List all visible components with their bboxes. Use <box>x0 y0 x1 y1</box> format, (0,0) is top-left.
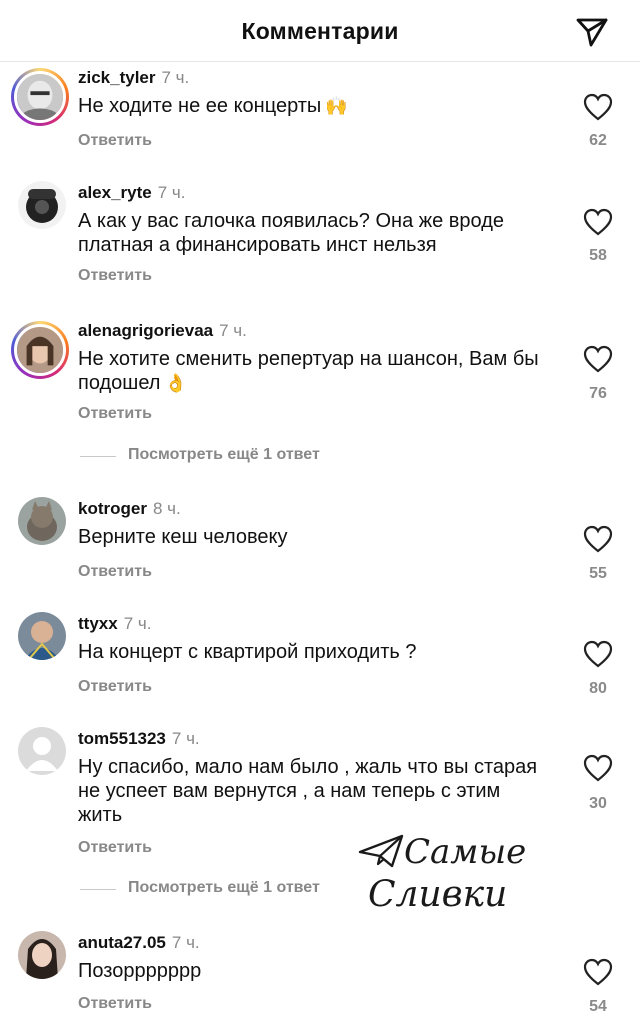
watermark: Самые Сливки <box>356 826 526 922</box>
comment-item: zick_tyler 7 ч. Не ходите не ее концерты 🙌… <box>0 68 640 178</box>
avatar[interactable] <box>18 181 66 229</box>
comment-text: Позорррpppp <box>78 960 202 982</box>
heart-icon[interactable] <box>583 958 613 986</box>
page-title: Комментарии <box>241 18 399 44</box>
reply-button[interactable]: Ответить <box>78 995 152 1013</box>
replies-divider <box>80 456 116 457</box>
like-count: 80 <box>589 680 607 697</box>
comment-time: 7 ч. <box>171 933 200 952</box>
comment-time: 7 ч. <box>161 68 190 87</box>
heart-icon[interactable] <box>583 208 613 236</box>
avatar[interactable] <box>18 931 66 979</box>
reply-button[interactable]: Ответить <box>78 405 152 423</box>
comment-username[interactable]: ttyxx <box>78 614 118 633</box>
comment-time: 7 ч. <box>171 729 200 748</box>
reply-button[interactable]: Ответить <box>78 267 152 285</box>
comment-text: Верните кеш человеку <box>78 526 288 548</box>
comment-item: alenagrigorievaa 7 ч. Не хотите сменить р… <box>0 321 640 471</box>
like-count: 76 <box>589 385 607 402</box>
comment-username[interactable]: anuta27.05 <box>78 933 166 952</box>
comment-time: 7 ч. <box>219 321 247 340</box>
comment-item: kotroger 8 ч. Верните кеш человеку Ответи… <box>0 497 640 589</box>
heart-icon[interactable] <box>583 754 613 782</box>
watermark-line2: Сливки <box>368 874 508 915</box>
comment-text: Не хотите сменить репертуар на шансон, В… <box>78 348 539 394</box>
comment-username[interactable]: alenagrigorievaa <box>78 321 213 340</box>
comment-time: 7 ч. <box>123 614 152 633</box>
raised-hands-emoji: 🙌 <box>325 96 348 117</box>
comment-text: Не ходите не ее концерты <box>78 95 322 117</box>
comment-username[interactable]: kotroger <box>78 499 147 518</box>
paper-plane-icon <box>358 834 404 868</box>
avatar[interactable] <box>11 68 69 126</box>
like-count: 54 <box>589 998 607 1015</box>
send-icon[interactable] <box>574 14 610 50</box>
view-more-replies-label: Посмотреть ещё 1 ответ <box>128 446 320 463</box>
avatar[interactable] <box>18 497 66 545</box>
reply-button[interactable]: Ответить <box>78 563 152 581</box>
comment-username[interactable]: tom551323 <box>78 729 166 748</box>
ok-hand-emoji: 👌 <box>164 373 187 394</box>
avatar[interactable] <box>18 727 66 775</box>
comment-time: 7 ч. <box>157 183 186 202</box>
avatar[interactable] <box>18 612 66 660</box>
comment-text: Ну спасибо, мало нам было , жаль что вы … <box>78 756 538 826</box>
like-count: 30 <box>589 795 607 812</box>
view-more-replies-label: Посмотреть ещё 1 ответ <box>128 879 320 896</box>
replies-divider <box>80 889 116 890</box>
like-count: 62 <box>589 132 607 149</box>
comment-username[interactable]: zick_tyler <box>78 68 156 87</box>
comment-text: На концерт с квартирой приходить ? <box>78 641 417 663</box>
comment-item: ttyxx 7 ч. На концерт с квартирой приходи… <box>0 612 640 704</box>
like-count: 55 <box>589 565 607 582</box>
heart-icon[interactable] <box>583 345 613 373</box>
comment-time: 8 ч. <box>152 499 181 518</box>
reply-button[interactable]: Ответить <box>78 132 152 150</box>
heart-icon[interactable] <box>583 640 613 668</box>
watermark-line1: Самые <box>404 832 527 872</box>
reply-button[interactable]: Ответить <box>78 839 152 857</box>
like-count: 58 <box>589 247 607 264</box>
comment-item: tom551323 7 ч. Ну спасибо, мало нам было … <box>0 727 640 904</box>
comments-header: Комментарии <box>0 0 640 62</box>
comment-item: anuta27.05 7 ч. Позорррpppp Ответить 54 <box>0 931 640 1026</box>
comment-item: alex_ryte 7 ч. А как у вас галочка появил… <box>0 181 640 293</box>
view-more-replies[interactable]: Посмотреть ещё 1 ответ <box>78 445 478 467</box>
comment-text: А как у вас галочка появилась? Она же вр… <box>78 210 505 256</box>
heart-icon[interactable] <box>583 525 613 553</box>
comment-username[interactable]: alex_ryte <box>78 183 152 202</box>
reply-button[interactable]: Ответить <box>78 678 152 696</box>
avatar[interactable] <box>11 321 69 379</box>
heart-icon[interactable] <box>583 93 613 121</box>
